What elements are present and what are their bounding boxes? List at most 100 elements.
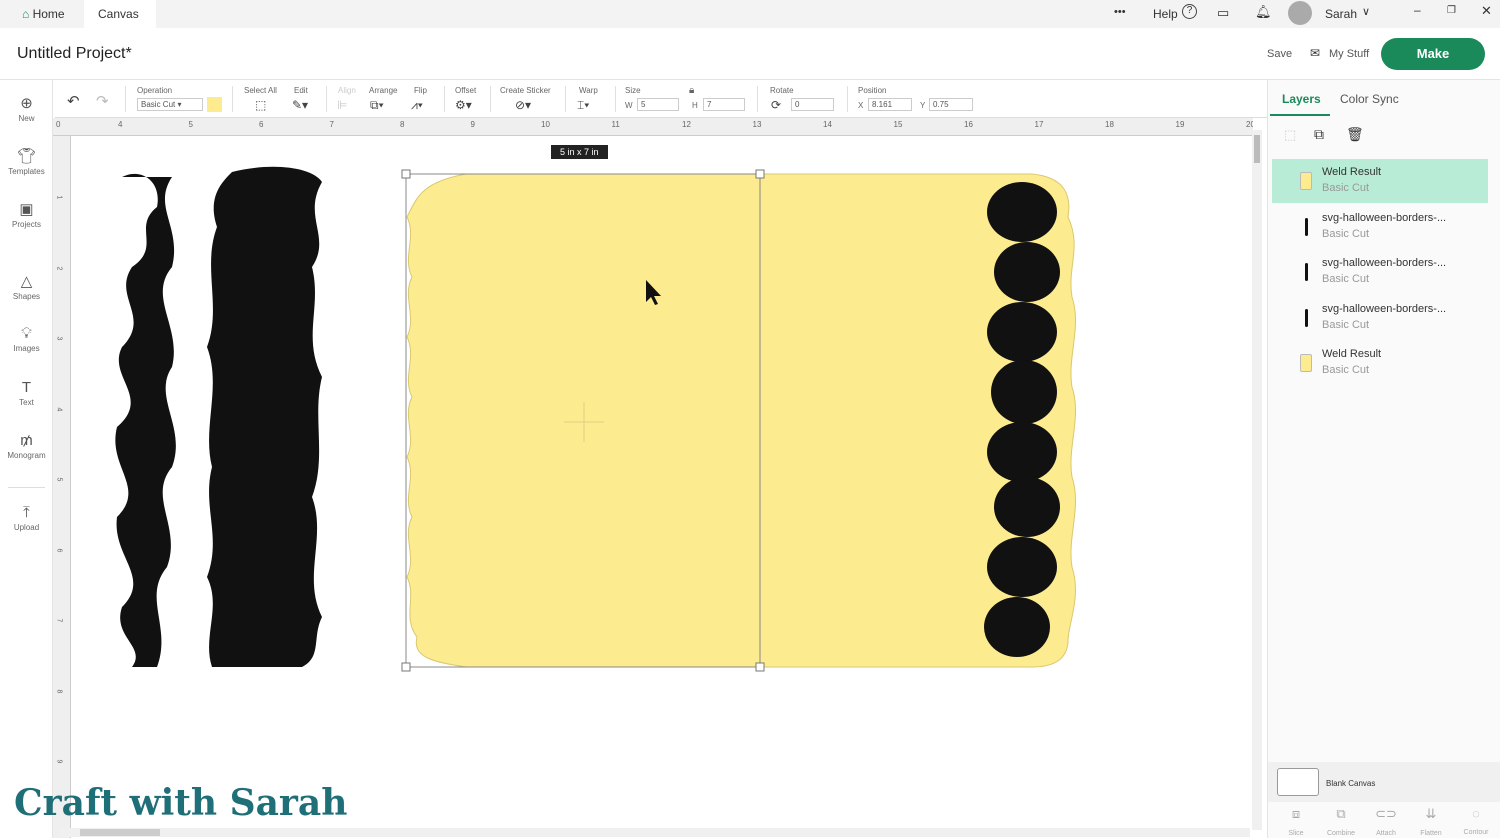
help-icon[interactable]: ? <box>1182 4 1197 19</box>
layer-item[interactable]: svg-halloween-borders-... Basic Cut <box>1272 250 1488 294</box>
close-button[interactable]: ✕ <box>1481 3 1492 19</box>
flip-icon[interactable]: ⩘▾ <box>411 98 423 113</box>
tool-label: Combine <box>1326 830 1355 837</box>
blank-canvas-swatch[interactable] <box>1277 768 1319 796</box>
operation-label: Operation <box>137 86 173 95</box>
height-input[interactable]: 7 <box>703 98 745 111</box>
tab-layers[interactable]: Layers <box>1282 92 1321 106</box>
project-header: Untitled Project* Save ✉ My Stuff Make <box>0 28 1500 80</box>
resize-handle[interactable] <box>401 169 411 179</box>
vertical-scrollbar[interactable] <box>1252 130 1262 830</box>
sidebar-label: Shapes <box>12 292 41 301</box>
offset-icon[interactable]: ⚙▾ <box>455 98 472 112</box>
sidebar-label: Projects <box>12 220 41 229</box>
sidebar-item-templates[interactable]: 👕︎ Templates <box>0 147 53 176</box>
tool-contour[interactable]: ◌ Contour <box>1456 802 1496 838</box>
card-design[interactable] <box>401 169 1076 672</box>
upload-icon: ⤒ <box>23 504 30 521</box>
resize-handle[interactable] <box>755 169 765 179</box>
tool-flatten[interactable]: ⇊ Flatten <box>1411 802 1451 838</box>
arrange-icon[interactable]: ⧉▾ <box>370 98 384 113</box>
blank-canvas-row[interactable]: Blank Canvas <box>1268 762 1500 802</box>
machine-icon[interactable]: ▭ <box>1217 5 1229 21</box>
my-stuff-icon: ✉ <box>1310 46 1321 60</box>
y-label: Y <box>920 101 926 110</box>
sidebar-item-upload[interactable]: ⤒ Upload <box>0 504 53 532</box>
width-input[interactable]: 5 <box>637 98 679 111</box>
restore-button[interactable]: ❐ <box>1447 5 1456 16</box>
ruler-tick-label: 5 <box>188 120 193 129</box>
tool-slice[interactable]: ⧈ Slice <box>1276 802 1316 838</box>
size-tooltip: 5 in x 7 in <box>551 145 608 159</box>
tab-home[interactable]: ⌂ Home <box>8 0 79 28</box>
user-name[interactable]: Sarah <box>1325 7 1357 21</box>
flip-label: Flip <box>414 86 427 95</box>
text-icon: T <box>21 379 32 396</box>
horizontal-scrollbar[interactable] <box>60 828 1250 837</box>
sidebar-item-shapes[interactable]: △ Shapes <box>0 272 53 301</box>
contour-icon: ◌ <box>1472 806 1480 821</box>
my-stuff-button[interactable]: My Stuff <box>1329 48 1369 60</box>
sidebar-item-text[interactable]: T Text <box>0 379 53 407</box>
minimize-button[interactable]: – <box>1414 3 1421 17</box>
tab-color-sync[interactable]: Color Sync <box>1340 92 1399 106</box>
ruler-horizontal: 0 4 5 6 7 8 9 10 11 12 13 14 15 16 17 18 19 20 <box>53 118 1253 136</box>
group-icon[interactable]: ⬚ <box>1284 127 1296 143</box>
ruler-tick-label: 12 <box>682 120 691 129</box>
sticker-icon[interactable]: ⊘▾ <box>515 98 531 112</box>
x-position-input[interactable]: 8.161 <box>868 98 912 111</box>
resize-handle[interactable] <box>401 662 411 672</box>
layer-item[interactable]: svg-halloween-borders-... Basic Cut <box>1272 296 1488 340</box>
rotate-input[interactable]: 0 <box>791 98 834 111</box>
trash-icon[interactable]: 🗑︎ <box>1346 126 1364 143</box>
divider <box>8 487 45 488</box>
color-swatch[interactable] <box>207 97 222 112</box>
halloween-border-left[interactable] <box>115 166 322 668</box>
tool-attach[interactable]: ⊂⊃ Attach <box>1366 802 1406 838</box>
sidebar-label: Monogram <box>7 451 46 460</box>
pencil-icon[interactable]: ✎▾ <box>292 98 308 112</box>
tool-combine[interactable]: ⧉ Combine <box>1321 802 1361 838</box>
make-button[interactable]: Make <box>1381 38 1485 70</box>
tab-canvas[interactable]: Canvas <box>84 0 156 28</box>
more-button[interactable]: ••• <box>1114 6 1126 18</box>
sidebar-item-monogram[interactable]: ₥ Monogram <box>0 432 53 460</box>
attach-icon: ⊂⊃ <box>1375 806 1397 821</box>
arrange-label: Arrange <box>369 86 398 95</box>
resize-handle[interactable] <box>755 662 765 672</box>
duplicate-icon[interactable]: ⧉ <box>1314 126 1324 143</box>
lock-icon[interactable]: 🔒︎ <box>689 85 694 96</box>
help-button[interactable]: Help <box>1153 7 1178 21</box>
layer-thumbnail <box>1305 308 1308 327</box>
layer-item[interactable]: Weld Result Basic Cut <box>1272 341 1488 385</box>
avatar[interactable] <box>1288 1 1312 25</box>
sidebar-item-images[interactable]: 💡︎ Images <box>0 325 53 353</box>
project-title[interactable]: Untitled Project* <box>17 45 132 63</box>
save-button[interactable]: Save <box>1267 48 1292 60</box>
design-canvas[interactable] <box>72 137 1252 827</box>
undo-icon[interactable]: ↶ <box>67 92 80 110</box>
shirt-icon: 👕︎ <box>16 148 37 165</box>
ruler-tick-label: 3 <box>55 336 63 341</box>
size-label: Size <box>625 86 641 95</box>
layer-thumbnail <box>1300 172 1312 190</box>
sidebar-item-new[interactable]: ⊕ New <box>0 94 53 123</box>
blank-canvas-label: Blank Canvas <box>1326 779 1376 788</box>
rotate-icon[interactable]: ⟳ <box>771 98 781 112</box>
ruler-vertical: 0123456789 <box>53 136 71 838</box>
align-icon[interactable]: ⊫ <box>337 98 347 112</box>
layer-item[interactable]: Weld Result Basic Cut <box>1272 159 1488 203</box>
align-label: Align <box>338 86 356 95</box>
chevron-down-icon[interactable]: ∨ <box>1362 5 1370 18</box>
layer-item[interactable]: svg-halloween-borders-... Basic Cut <box>1272 205 1488 249</box>
redo-icon[interactable]: ↷ <box>96 92 109 110</box>
select-all-icon[interactable]: ⬚ <box>255 98 266 112</box>
operation-select[interactable]: Basic Cut ▾ <box>137 98 203 111</box>
y-position-input[interactable]: 0.75 <box>929 98 973 111</box>
warp-icon[interactable]: ⌶▾ <box>577 98 589 113</box>
ruler-tick-label: 1 <box>55 195 63 200</box>
bell-icon[interactable]: 🔔︎ <box>1255 4 1272 20</box>
sidebar-item-projects[interactable]: ▣ Projects <box>0 200 53 229</box>
layer-operation: Basic Cut <box>1322 182 1370 194</box>
tool-label: Slice <box>1288 830 1304 837</box>
